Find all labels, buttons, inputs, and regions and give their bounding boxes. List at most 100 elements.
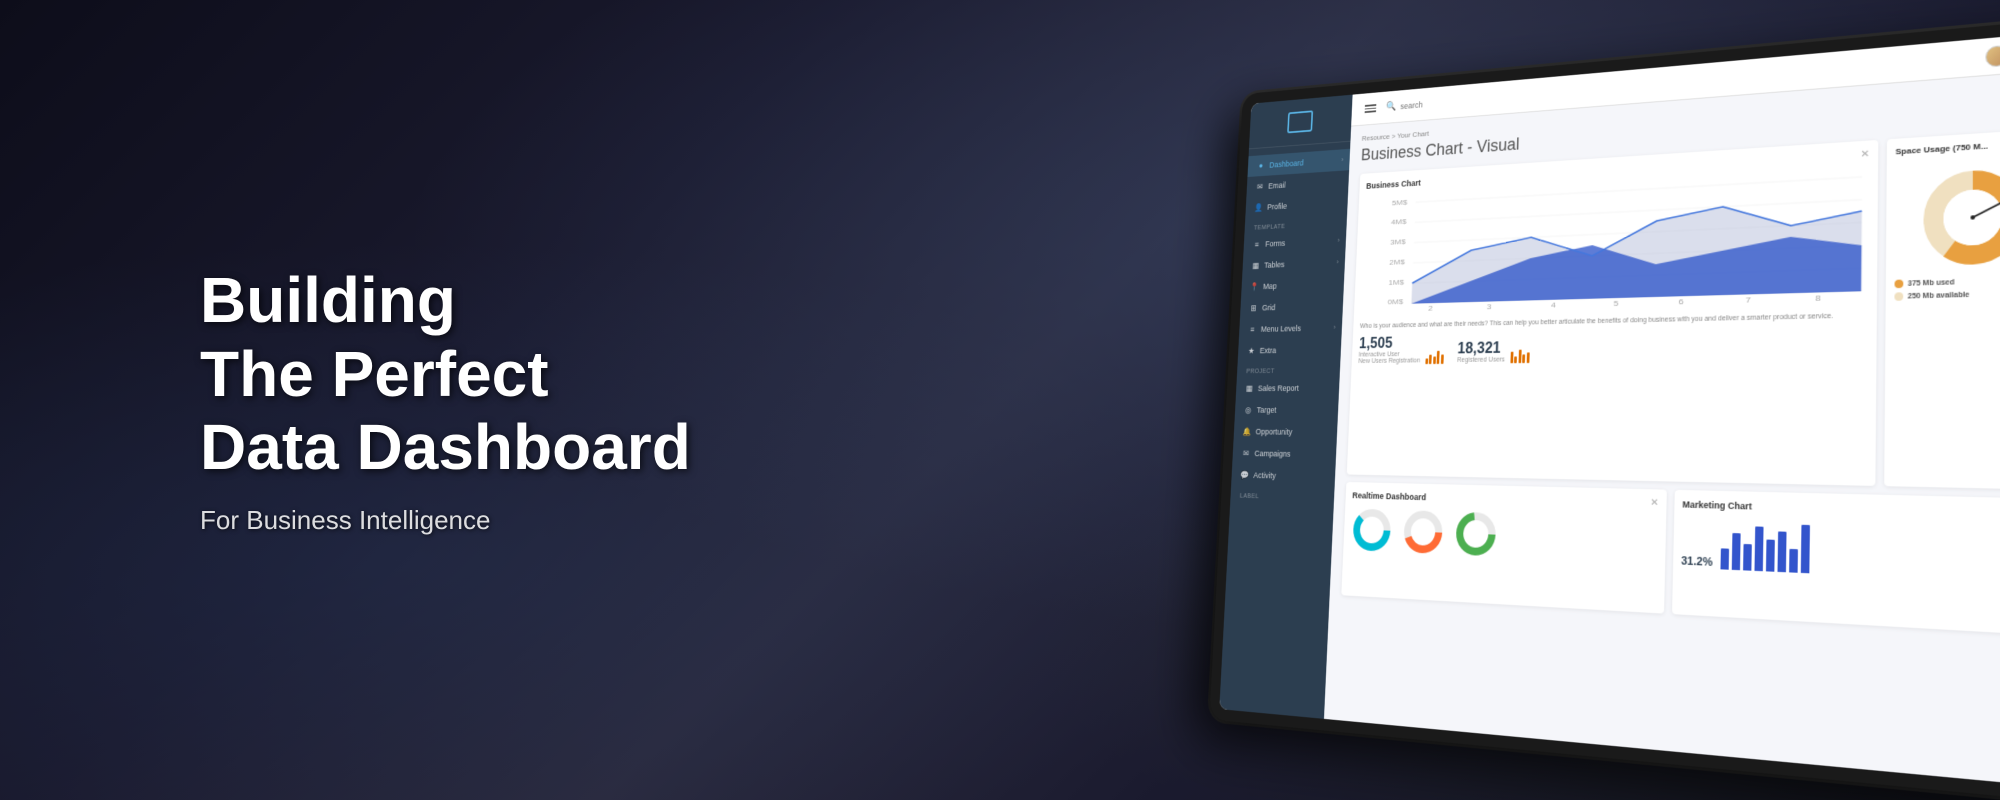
mbar-4	[1755, 527, 1764, 572]
space-usage-card: Space Usage (750 M... ✕	[1884, 128, 2000, 491]
business-chart-svg: 5M$ 4M$ 3M$ 2M$ 1M$ 0M$	[1360, 166, 1869, 314]
business-chart-title: Business Chart	[1366, 178, 1421, 190]
sidebar-item-opportunity[interactable]: 🔔 Opportunity	[1233, 421, 1337, 444]
realtime-title: Realtime Dashboard	[1352, 490, 1426, 502]
target-icon: ◎	[1244, 405, 1252, 414]
metric-bars-1	[1425, 349, 1444, 364]
sidebar-label-opportunity: Opportunity	[1255, 427, 1292, 436]
sidebar-label-target: Target	[1257, 405, 1277, 414]
realtime-donut-2	[1400, 508, 1445, 558]
space-stat-used: 375 Mb used	[1895, 275, 2000, 288]
realtime-card: Realtime Dashboard ✕	[1341, 482, 1667, 614]
sales-report-icon: ▦	[1245, 384, 1253, 393]
page-content-area: Resource > Your Chart Business Chart - V…	[1324, 69, 2000, 790]
tables-icon: ▦	[1252, 261, 1260, 270]
hero-subtitle: For Business Intelligence	[200, 505, 691, 536]
svg-text:3M$: 3M$	[1390, 238, 1406, 247]
svg-text:1M$: 1M$	[1388, 278, 1404, 286]
registered-users-label: Registered Users	[1457, 356, 1505, 363]
realtime-donut-1	[1350, 506, 1394, 555]
sidebar-arrow-dashboard: ›	[1341, 157, 1343, 163]
marketing-content: 31.2%	[1681, 516, 2000, 584]
svg-text:5: 5	[1613, 299, 1618, 308]
marketing-title: Marketing Chart	[1682, 499, 1752, 511]
business-chart-card: Business Chart ✕ 5M$ 4M$ 3M$ 2M$	[1347, 140, 1879, 486]
bottom-row: Realtime Dashboard ✕	[1341, 482, 2000, 637]
sidebar-label-email: Email	[1268, 181, 1286, 191]
space-usage-title: Space Usage (750 M...	[1895, 141, 1988, 156]
user-area: Jennifer ▾	[1985, 40, 2000, 67]
space-stat-available: 250 Mb available	[1894, 288, 2000, 301]
svg-text:5M$: 5M$	[1392, 198, 1408, 207]
metrics-row: 1,505 Interactive User New Users Registr…	[1358, 328, 1868, 367]
realtime-close[interactable]: ✕	[1650, 498, 1659, 509]
sidebar-item-map[interactable]: 📍 Map	[1241, 273, 1344, 298]
chart-title-main: Business Chart	[1361, 139, 1464, 164]
svg-text:4: 4	[1551, 301, 1556, 309]
svg-text:2M$: 2M$	[1389, 258, 1405, 266]
available-dot	[1894, 292, 1903, 301]
sidebar-item-grid[interactable]: ⊞ Grid	[1240, 295, 1343, 319]
hamburger-button[interactable]	[1365, 104, 1377, 113]
dashboard-icon: ●	[1257, 161, 1265, 170]
sidebar-label-tables: Tables	[1264, 260, 1285, 270]
sidebar-label-profile: Profile	[1267, 202, 1287, 212]
close-button[interactable]: ✕	[1861, 149, 1870, 161]
device-frame: ● Dashboard › ✉ Email 👤 Profile Templ	[1209, 16, 2000, 800]
mbar-3	[1743, 544, 1752, 571]
forms-icon: ≡	[1253, 240, 1261, 249]
device-screen: ● Dashboard › ✉ Email 👤 Profile Templ	[1219, 30, 2000, 790]
sidebar-item-activity[interactable]: 💬 Activity	[1231, 464, 1335, 488]
sidebar-label-activity: Activity	[1253, 471, 1276, 481]
used-label: 375 Mb used	[1908, 279, 1955, 288]
email-icon: ✉	[1256, 182, 1264, 191]
sidebar-item-menu-levels[interactable]: ≡ Menu Levels ›	[1239, 316, 1343, 340]
hero-title: BuildingThe PerfectData Dashboard	[200, 264, 691, 485]
metric-registered-users: 18,321 Registered Users	[1457, 334, 1530, 366]
realtime-content	[1350, 506, 1659, 567]
mbar-1	[1721, 549, 1730, 570]
page-container: BuildingThe PerfectData Dashboard For Bu…	[0, 0, 2000, 800]
available-label: 250 Mb available	[1908, 291, 1970, 300]
realtime-donut-3	[1453, 509, 1499, 560]
search-icon: 🔍	[1386, 101, 1397, 112]
profile-icon: 👤	[1255, 203, 1263, 212]
svg-text:2: 2	[1428, 304, 1433, 312]
sidebar-section-label: Label	[1230, 486, 1334, 506]
mbar-2	[1732, 533, 1741, 570]
marketing-bars	[1721, 517, 1811, 573]
menu-levels-icon: ≡	[1248, 325, 1256, 334]
chart-title-suffix: - Visual	[1463, 135, 1520, 158]
marketing-percent: 31.2%	[1681, 556, 1713, 570]
sidebar-item-target[interactable]: ◎ Target	[1235, 399, 1339, 421]
device-mockup: ● Dashboard › ✉ Email 👤 Profile Templ	[1209, 16, 2000, 800]
interactive-users-label: Interactive User New Users Registration	[1358, 351, 1420, 365]
space-usage-header: Space Usage (750 M... ✕	[1895, 137, 2000, 163]
sidebar-item-campaigns[interactable]: ✉ Campaigns	[1232, 442, 1336, 466]
grid-icon: ⊞	[1249, 303, 1257, 312]
hero-section: BuildingThe PerfectData Dashboard For Bu…	[200, 264, 691, 536]
interactive-users-value: 1,505	[1359, 336, 1421, 352]
marketing-card: Marketing Chart ✕ 31.2%	[1672, 490, 2000, 637]
logo-icon	[1287, 110, 1313, 133]
sidebar-item-sales-report[interactable]: ▦ Sales Report	[1236, 377, 1340, 399]
sidebar-label-menu-levels: Menu Levels	[1261, 324, 1301, 334]
sidebar-label-extra: Extra	[1260, 346, 1277, 355]
search-input[interactable]	[1400, 93, 1500, 110]
sidebar-section-project: Project	[1237, 360, 1341, 377]
metric-interactive-users: 1,505 Interactive User New Users Registr…	[1358, 335, 1444, 366]
svg-text:6: 6	[1678, 298, 1683, 307]
sidebar-label-grid: Grid	[1262, 303, 1276, 312]
sidebar-label-campaigns: Campaigns	[1254, 449, 1290, 459]
sidebar-item-extra[interactable]: ★ Extra	[1238, 338, 1342, 361]
svg-text:4M$: 4M$	[1391, 218, 1407, 227]
mbar-6	[1778, 532, 1787, 573]
avatar	[1985, 44, 2000, 67]
svg-text:7: 7	[1745, 296, 1750, 305]
sidebar-label-forms: Forms	[1265, 239, 1285, 249]
used-dot	[1895, 280, 1904, 289]
space-stats: 375 Mb used 250 Mb available	[1894, 275, 2000, 301]
mbar-7	[1789, 549, 1798, 573]
svg-text:3: 3	[1487, 303, 1492, 311]
mbar-5	[1766, 540, 1775, 572]
